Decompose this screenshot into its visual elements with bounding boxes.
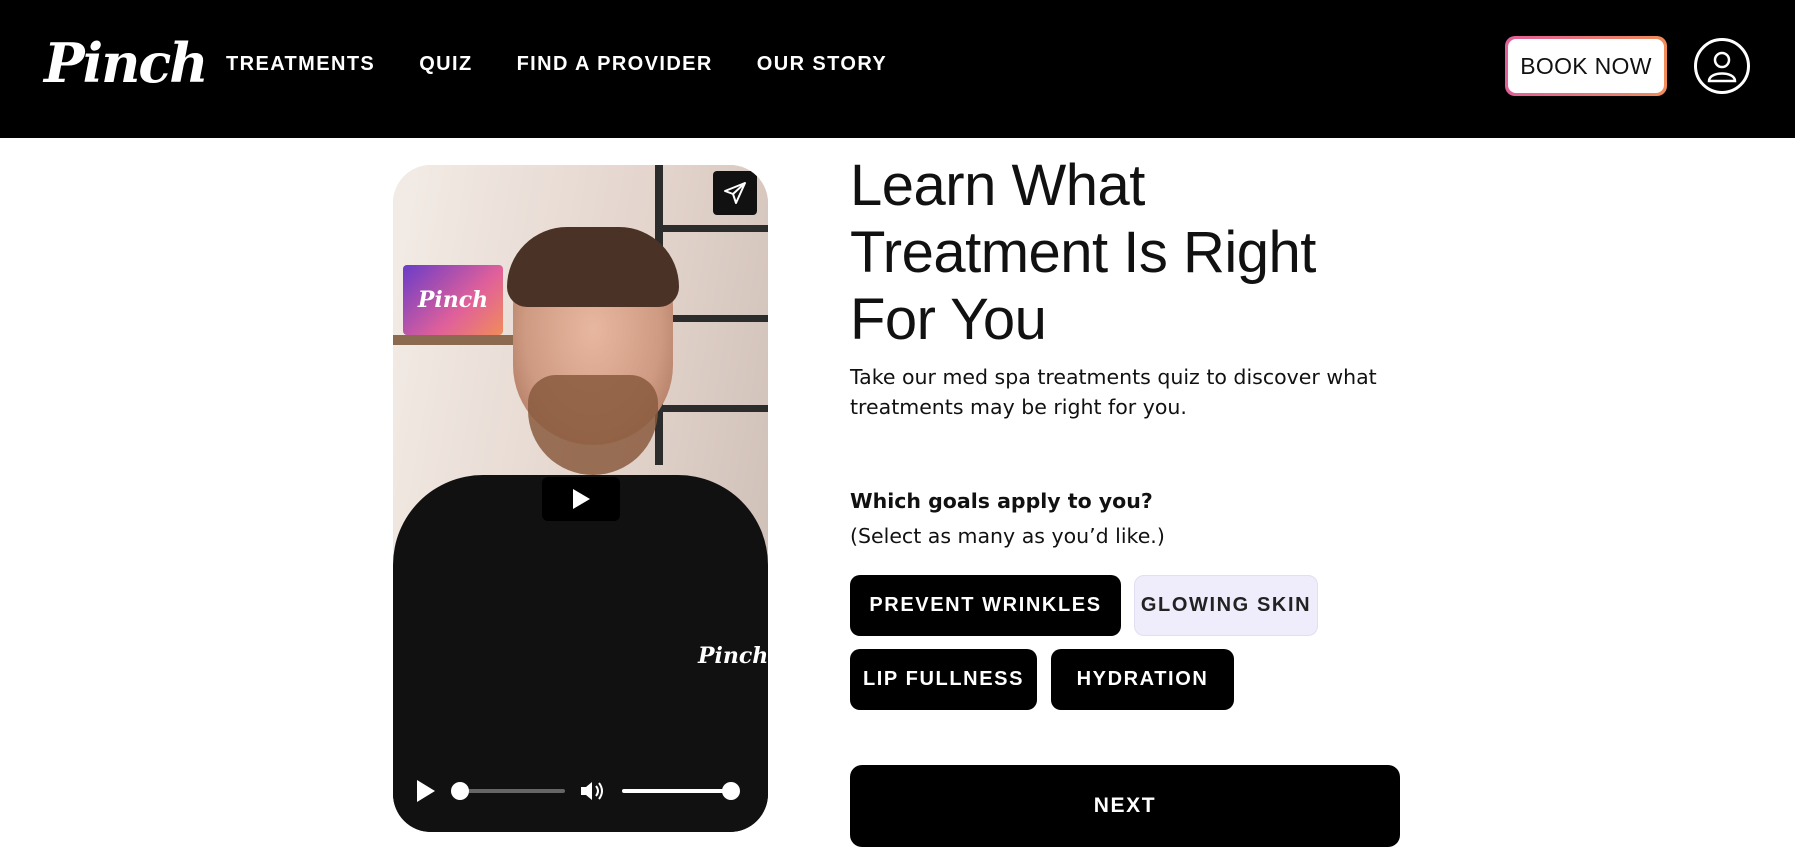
title-line-2: Treatment Is Right	[850, 220, 1316, 285]
center-play-button[interactable]	[542, 477, 620, 521]
nav-treatments[interactable]: TREATMENTS	[226, 53, 375, 76]
video-presenter	[393, 227, 768, 832]
option-lip-fullness[interactable]: LIP FULLNESS	[850, 649, 1037, 710]
control-play-button[interactable]	[415, 778, 437, 808]
site-header: Pinch TREATMENTS QUIZ FIND A PROVIDER OU…	[0, 0, 1795, 138]
title-line-3: For You	[850, 287, 1047, 352]
play-icon	[573, 489, 590, 509]
progress-handle[interactable]	[451, 782, 469, 800]
book-now-label: BOOK NOW	[1508, 39, 1664, 93]
nav-quiz[interactable]: QUIZ	[419, 53, 472, 76]
send-icon	[724, 182, 746, 204]
progress-track[interactable]	[457, 789, 565, 793]
option-hydration[interactable]: HYDRATION	[1051, 649, 1234, 710]
quiz-question: Which goals apply to you?	[850, 489, 1153, 513]
option-glowing-skin[interactable]: GLOWING SKIN	[1134, 575, 1318, 636]
nav-find-a-provider[interactable]: FIND A PROVIDER	[517, 53, 713, 76]
main-nav: TREATMENTS QUIZ FIND A PROVIDER OUR STOR…	[226, 53, 931, 76]
nav-our-story[interactable]: OUR STORY	[757, 53, 887, 76]
play-icon	[417, 780, 435, 802]
shirt-logo: Pinch	[698, 643, 768, 669]
next-button[interactable]: NEXT	[850, 765, 1400, 847]
volume-handle[interactable]	[722, 782, 740, 800]
option-prevent-wrinkles[interactable]: PREVENT WRINKLES	[850, 575, 1121, 636]
page-subtitle: Take our med spa treatments quiz to disc…	[850, 365, 1377, 419]
user-icon	[1707, 51, 1737, 83]
volume-icon	[581, 782, 603, 800]
volume-track[interactable]	[622, 789, 734, 793]
pinch-logo[interactable]: Pinch	[44, 28, 209, 98]
title-line-1: Learn What	[850, 153, 1145, 218]
account-button[interactable]	[1694, 38, 1750, 94]
quiz-hint: (Select as many as you’d like.)	[850, 524, 1165, 548]
volume-button[interactable]	[579, 779, 607, 807]
page-title: Learn What Treatment Is Right For You	[850, 152, 1410, 353]
video-controls	[415, 776, 755, 806]
share-button[interactable]	[713, 171, 757, 215]
video-player[interactable]: Pinch Pinch	[393, 165, 768, 832]
book-now-button[interactable]: BOOK NOW	[1505, 36, 1667, 96]
